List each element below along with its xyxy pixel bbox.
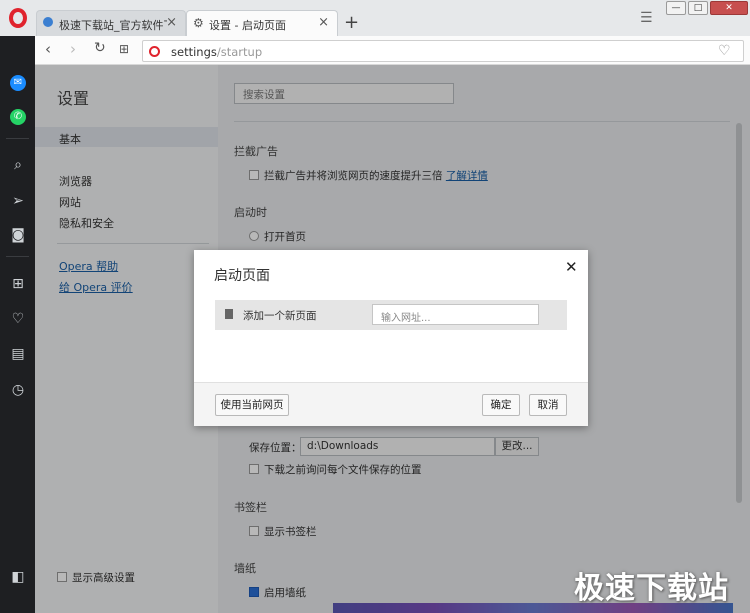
send-icon[interactable]: ➢ xyxy=(10,193,26,209)
minimize-button[interactable]: — xyxy=(666,1,686,15)
tab-close-icon[interactable]: × xyxy=(318,15,329,30)
cancel-button[interactable]: 取消 xyxy=(529,394,567,416)
dialog-title: 启动页面 xyxy=(214,268,270,284)
url-input[interactable]: 输入网址... xyxy=(372,304,539,325)
startup-pages-dialog: 启动页面 ✕ 添加一个新页面 输入网址... 使用当前网页 确定 取消 xyxy=(194,250,588,426)
title-bar: 极速下载站_官方软件下载 × ⚙ 设置 - 启动页面 × + ☰ — □ ✕ xyxy=(0,0,750,37)
camera-icon[interactable]: ◙ xyxy=(10,227,26,243)
speed-dial-icon[interactable]: ⊞ xyxy=(10,276,26,292)
messenger-icon[interactable]: ✉ xyxy=(10,75,26,91)
opera-logo-icon[interactable] xyxy=(9,8,27,28)
forward-icon[interactable]: › xyxy=(70,40,76,58)
maximize-button[interactable]: □ xyxy=(688,1,708,15)
heart-icon[interactable]: ♡ xyxy=(10,311,26,327)
tab-settings[interactable]: ⚙ 设置 - 启动页面 × xyxy=(186,10,338,37)
news-icon[interactable]: ▤ xyxy=(10,346,26,362)
sidebar-toggle-icon[interactable]: ◧ xyxy=(10,569,26,585)
dialog-footer: 使用当前网页 确定 取消 xyxy=(194,382,588,426)
search-icon[interactable]: ⌕ xyxy=(10,157,26,173)
whatsapp-icon[interactable]: ✆ xyxy=(10,109,26,125)
add-page-label: 添加一个新页面 xyxy=(243,310,317,322)
address-text: settings/startup xyxy=(171,45,263,59)
close-icon[interactable]: ✕ xyxy=(565,258,578,276)
opera-page-icon xyxy=(149,46,160,57)
watermark: 极速下载站 xyxy=(574,571,729,606)
tab-close-icon[interactable]: × xyxy=(166,15,177,30)
reload-icon[interactable]: ↻ xyxy=(94,40,106,56)
opera-sidebar: ✉ ✆ ⌕ ➢ ◙ ⊞ ♡ ▤ ◷ ◧ xyxy=(0,36,35,613)
page-icon xyxy=(225,309,233,319)
back-icon[interactable]: ‹ xyxy=(45,40,51,58)
tab-label: 设置 - 启动页面 xyxy=(209,19,286,32)
sidebar-separator xyxy=(6,138,29,139)
tab-menu-icon[interactable]: ☰ xyxy=(640,10,653,26)
address-bar[interactable]: settings/startup ♡ xyxy=(142,40,744,62)
ok-button[interactable]: 确定 xyxy=(482,394,520,416)
add-page-row: 添加一个新页面 输入网址... xyxy=(215,300,567,330)
tab-jisu[interactable]: 极速下载站_官方软件下载 × xyxy=(36,10,186,37)
globe-icon xyxy=(43,17,53,27)
tab-label: 极速下载站_官方软件下载 xyxy=(59,19,167,32)
close-window-button[interactable]: ✕ xyxy=(710,1,748,15)
new-tab-button[interactable]: + xyxy=(344,12,359,33)
use-current-pages-button[interactable]: 使用当前网页 xyxy=(215,394,289,416)
heart-icon[interactable]: ♡ xyxy=(718,43,731,59)
speed-dial-icon[interactable]: ⊞ xyxy=(119,42,129,56)
sidebar-separator xyxy=(6,256,29,257)
gear-icon: ⚙ xyxy=(193,16,204,30)
history-icon[interactable]: ◷ xyxy=(10,382,26,398)
